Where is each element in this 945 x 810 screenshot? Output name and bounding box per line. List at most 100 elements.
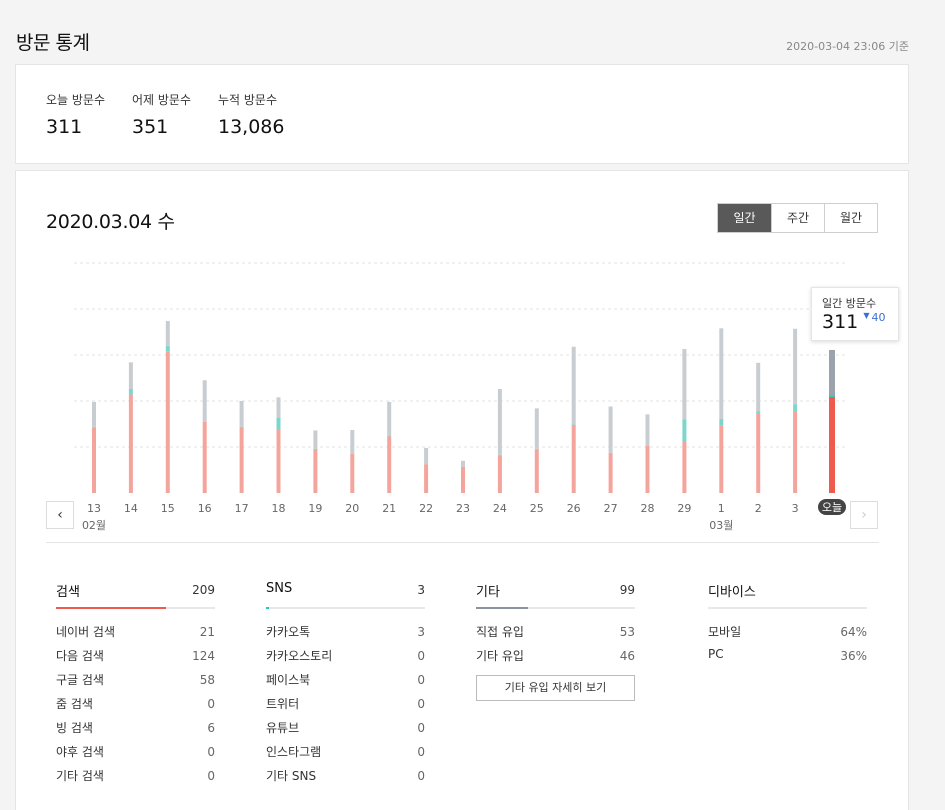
list-item: 기타 검색 0 (56, 763, 215, 787)
x-tick-label: 16 (198, 502, 212, 515)
chart-bar-segment (128, 389, 133, 395)
list-item: PC 36% (708, 643, 867, 667)
chart-bar-segment (571, 346, 576, 425)
panel-rows: 카카오톡 3 카카오스토리 0 페이스북 0 트위터 0 유튜브 0 인스타그램 0 기타 … (266, 609, 425, 787)
panel-header: 디바이스 (708, 579, 867, 609)
x-tick-label: 27 (604, 502, 618, 515)
row-value: 0 (417, 721, 425, 735)
panel-total: 209 (192, 583, 215, 597)
summary-value: 351 (132, 116, 169, 138)
x-tick-label: 25 (530, 502, 544, 515)
list-item: 네이버 검색 21 (56, 619, 215, 643)
tooltip-value: 311 (822, 311, 859, 333)
panel-rows: 모바일 64% PC 36% (708, 609, 867, 667)
chart-bar-segment (350, 453, 355, 493)
x-tick-label: 22 (419, 502, 433, 515)
summary-today: 오늘 방문수 311 (46, 91, 105, 138)
chart-bar-segment (534, 408, 539, 449)
chart-bar-segment (682, 441, 687, 493)
x-tick-label: 21 (382, 502, 396, 515)
visits-chart: 13 14 15 16 17 18 19 20 21 22 23 24 25 26 27 28 29 1 2 3 오늘 0… (16, 171, 910, 541)
summary-yesterday: 어제 방문수 351 (132, 91, 191, 138)
page-header: 방문 통계 2020-03-04 23:06 기준 (0, 0, 945, 64)
section-divider (46, 542, 879, 543)
panel-device: 디바이스 모바일 64% PC 36% (708, 579, 867, 667)
row-value: 0 (417, 673, 425, 687)
chart-bar-segment (165, 351, 170, 493)
row-value: 3 (417, 625, 425, 639)
chart-bar-segment (350, 429, 355, 454)
chart-bar-segment (682, 419, 687, 442)
row-label: 구글 검색 (56, 673, 104, 687)
row-value: 0 (207, 697, 215, 711)
chart-bar-segment (645, 414, 650, 446)
panel-rows: 직접 유입 53 기타 유입 46 (476, 609, 635, 667)
row-value: 0 (417, 649, 425, 663)
chart-bar-segment (165, 320, 170, 346)
row-value: 124 (192, 649, 215, 663)
x-tick-label: 20 (345, 502, 359, 515)
list-item: 빙 검색 6 (56, 715, 215, 739)
x-tick-label: 18 (272, 502, 286, 515)
chart-bar-segment (461, 460, 465, 467)
row-label: PC (708, 647, 724, 661)
chart-bar-segment (497, 389, 502, 455)
list-item: 페이스북 0 (266, 667, 425, 691)
chart-bar-segment (128, 362, 133, 390)
x-tick-label: 29 (677, 502, 691, 515)
list-item: 인스타그램 0 (266, 739, 425, 763)
panel-search: 검색 209 네이버 검색 21 다음 검색 124 구글 검색 58 줌 검색 0 빙… (56, 579, 215, 787)
summary-label: 오늘 방문수 (46, 93, 106, 107)
chart-bar-segment (239, 426, 244, 493)
x-tick-label: 13 (87, 502, 101, 515)
panel-header: SNS 3 (266, 579, 425, 609)
panel-header: 검색 209 (56, 579, 215, 609)
chart-bar-segment (793, 404, 798, 412)
list-item: 유튜브 0 (266, 715, 425, 739)
chart-bar-segment (608, 453, 613, 493)
row-label: 기타 SNS (266, 769, 317, 783)
chart-bar-segment (793, 411, 798, 493)
chart-bar-segment (756, 362, 761, 412)
row-label: 다음 검색 (56, 649, 104, 663)
chart-bar-segment (92, 427, 96, 493)
list-item: 줌 검색 0 (56, 691, 215, 715)
panel-sns: SNS 3 카카오톡 3 카카오스토리 0 페이스북 0 트위터 0 유튜브 0 인스타그… (266, 579, 425, 787)
etc-detail-button[interactable]: 기타 유입 자세히 보기 (476, 675, 635, 701)
summary-total: 누적 방문수 13,086 (218, 91, 284, 138)
row-value: 0 (417, 769, 425, 783)
row-label: 기타 검색 (56, 769, 104, 783)
x-tick-label: 14 (124, 502, 138, 515)
panel-title: 검색 (56, 585, 80, 600)
row-label: 직접 유입 (476, 625, 524, 639)
x-tick-label: 3 (792, 502, 799, 515)
down-arrow-icon: ▼ (863, 311, 870, 320)
month-label: 03월 (709, 519, 733, 532)
list-item: 기타 SNS 0 (266, 763, 425, 787)
chart-bar-segment (608, 406, 613, 453)
summary-label: 누적 방문수 (218, 93, 278, 107)
stats-card: 2020.03.04 수 일간 주간 월간 13 14 15 16 17 18 19 20 21… (15, 170, 909, 810)
row-label: 빙 검색 (56, 721, 93, 735)
panel-title: SNS (266, 581, 293, 596)
chart-bar-segment (92, 401, 96, 427)
chart-bar-segment (719, 418, 724, 426)
list-item: 직접 유입 53 (476, 619, 635, 643)
x-tick-label: 23 (456, 502, 470, 515)
chart-prev-button[interactable]: ‹ (46, 501, 74, 529)
row-value: 0 (207, 745, 215, 759)
chart-bar-segment (239, 401, 244, 427)
chart-bar-segment (829, 396, 835, 493)
row-label: 네이버 검색 (56, 625, 116, 639)
panel-share-bar (56, 607, 166, 609)
chart-next-button[interactable]: › (850, 501, 878, 529)
chart-tooltip: 일간 방문수 311 ▼ 40 (811, 287, 899, 341)
x-tick-label: 19 (308, 502, 322, 515)
chart-bar-segment (756, 413, 761, 493)
row-label: 인스타그램 (266, 745, 322, 759)
visits-chart-svg: 13 14 15 16 17 18 19 20 21 22 23 24 25 26 27 28 29 1 2 3 오늘0… (74, 262, 848, 532)
x-tick-label: 15 (161, 502, 175, 515)
panel-share-bar (266, 607, 270, 609)
chart-bar-segment (719, 425, 724, 493)
row-label: 기타 유입 (476, 649, 524, 663)
